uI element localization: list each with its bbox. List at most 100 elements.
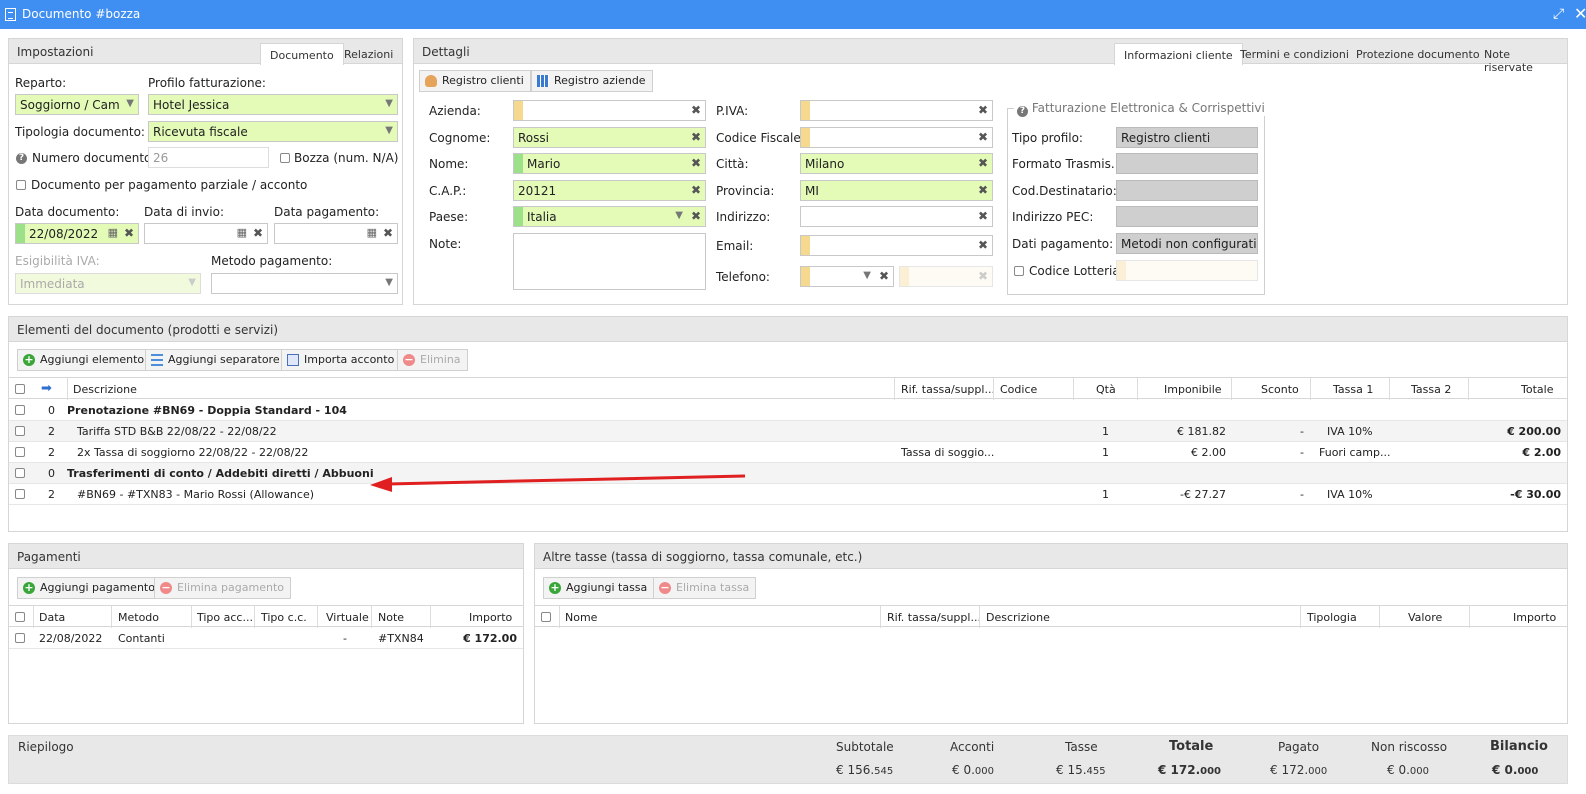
metodo-select[interactable]: ▼: [211, 273, 398, 294]
cognome-input[interactable]: Rossi ✖: [513, 127, 706, 148]
row-checkbox[interactable]: [15, 447, 25, 457]
select-all-checkbox[interactable]: [15, 384, 25, 394]
col-descrizione[interactable]: Descrizione: [986, 611, 1050, 624]
row-checkbox[interactable]: [15, 633, 25, 643]
pagamenti-panel: Pagamenti + Aggiungi pagamento − Elimina p…: [8, 543, 524, 724]
col-tassa2[interactable]: Tassa 2: [1411, 383, 1451, 396]
tab-protezione[interactable]: Protezione documento: [1347, 43, 1489, 65]
select-all-checkbox[interactable]: [15, 612, 25, 622]
col-qta[interactable]: Qtà: [1096, 383, 1116, 396]
telefono-prefisso-select[interactable]: ▼ ✖: [800, 266, 894, 287]
note-textarea[interactable]: [513, 233, 706, 290]
lotteria-input[interactable]: [1116, 260, 1258, 281]
bilancio-value: € 0.000: [1492, 763, 1539, 777]
user-icon: [425, 75, 437, 87]
col-metodo[interactable]: Metodo: [118, 611, 159, 624]
provincia-input[interactable]: MI ✖: [800, 180, 993, 201]
row-checkbox[interactable]: [15, 426, 25, 436]
clear-icon: ✖: [382, 226, 393, 240]
col-imponibile[interactable]: Imponibile: [1164, 383, 1222, 396]
col-rif[interactable]: Rif. tassa/suppl...: [887, 611, 981, 624]
azienda-input[interactable]: ✖: [513, 100, 706, 121]
tipologia-select[interactable]: Ricevuta fiscale ▼: [148, 121, 398, 142]
elementi-title: Elementi del documento (prodotti e servi…: [17, 323, 279, 337]
col-virtuale[interactable]: Virtuale: [326, 611, 369, 624]
numero-input[interactable]: 26: [148, 147, 269, 168]
aggiungi-separatore-button[interactable]: Aggiungi separatore: [145, 349, 287, 371]
parziale-checkbox[interactable]: [16, 180, 26, 190]
elimina-tassa-button[interactable]: − Elimina tassa: [653, 577, 757, 599]
row-checkbox[interactable]: [15, 468, 25, 478]
col-tipologia[interactable]: Tipologia: [1307, 611, 1357, 624]
table-row[interactable]: 22/08/2022 Contanti - #TXN84 € 172.00: [9, 628, 523, 649]
select-all-checkbox[interactable]: [541, 612, 551, 622]
aggiungi-elemento-button[interactable]: + Aggiungi elemento: [17, 349, 152, 371]
col-data[interactable]: Data: [39, 611, 65, 624]
help-icon[interactable]: ?: [16, 153, 27, 164]
telefono-input[interactable]: ✖: [899, 266, 993, 287]
col-tipo-cc[interactable]: Tipo c.c.: [261, 611, 307, 624]
cod-destinatario-label: Cod.Destinatario:: [1012, 184, 1117, 198]
registro-aziende-button[interactable]: Registro aziende: [531, 70, 653, 92]
col-note[interactable]: Note: [378, 611, 404, 624]
col-tipo-acc[interactable]: Tipo acc...: [197, 611, 253, 624]
data-pagamento-input[interactable]: ▦ ✖: [274, 223, 398, 244]
nome-input[interactable]: Mario ✖: [513, 153, 706, 174]
profilo-label: Profilo fatturazione:: [148, 76, 266, 90]
arrow-right-icon[interactable]: ➡: [41, 381, 52, 396]
clear-icon: ✖: [690, 103, 701, 117]
table-row[interactable]: 2 #BN69 - #TXN83 - Mario Rossi (Allowanc…: [9, 484, 1567, 505]
citta-input[interactable]: Milano ✖: [800, 153, 993, 174]
citta-label: Città:: [716, 157, 749, 171]
table-row[interactable]: 0 Prenotazione #BN69 - Doppia Standard -…: [9, 400, 1567, 421]
table-row[interactable]: 2 2x Tassa di soggiorno 22/08/22 - 22/08…: [9, 442, 1567, 463]
cap-input[interactable]: 20121 ✖: [513, 180, 706, 201]
col-codice[interactable]: Codice: [1000, 383, 1037, 396]
chevron-down-icon: ▼: [126, 98, 134, 109]
reparto-select[interactable]: Soggiorno / Camera▼: [15, 94, 139, 115]
email-input[interactable]: ✖: [800, 235, 993, 256]
profilo-select[interactable]: Hotel Jessica ▼: [148, 94, 398, 115]
piva-input[interactable]: ✖: [800, 100, 993, 121]
col-sconto[interactable]: Sconto: [1261, 383, 1299, 396]
col-rif[interactable]: Rif. tassa/suppl...: [901, 383, 995, 396]
col-nome[interactable]: Nome: [565, 611, 597, 624]
row-checkbox[interactable]: [15, 489, 25, 499]
col-importo[interactable]: Importo: [469, 611, 512, 624]
table-row[interactable]: 0 Trasferimenti di conto / Addebiti dire…: [9, 463, 1567, 484]
help-icon[interactable]: ?: [1017, 106, 1028, 117]
data-invio-input[interactable]: ▦ ✖: [144, 223, 268, 244]
bozza-checkbox[interactable]: [280, 153, 290, 163]
registro-clienti-button[interactable]: Registro clienti: [419, 70, 531, 92]
elimina-pagamento-button[interactable]: − Elimina pagamento: [154, 577, 291, 599]
col-valore[interactable]: Valore: [1408, 611, 1442, 624]
expand-icon[interactable]: ⤢: [1553, 6, 1564, 22]
riepilogo-title: Riepilogo: [18, 740, 74, 754]
paese-select[interactable]: Italia ▼ ✖: [513, 206, 706, 227]
codice-fiscale-label: Codice Fiscale:: [716, 131, 805, 145]
tab-relazioni[interactable]: Relazioni: [335, 43, 402, 65]
codice-fiscale-input[interactable]: ✖: [800, 127, 993, 148]
tab-note-riservate[interactable]: Note riservate: [1475, 43, 1567, 74]
aggiungi-tassa-button[interactable]: + Aggiungi tassa: [543, 577, 655, 599]
col-totale[interactable]: Totale: [1521, 383, 1553, 396]
close-icon[interactable]: ✕: [1574, 4, 1586, 23]
chevron-down-icon: ▼: [863, 270, 871, 281]
indirizzo-input[interactable]: ✖: [800, 206, 993, 227]
clear-icon: ✖: [123, 226, 134, 240]
col-tassa1[interactable]: Tassa 1: [1333, 383, 1373, 396]
plus-icon: +: [23, 353, 35, 366]
col-importo[interactable]: Importo: [1513, 611, 1556, 624]
row-checkbox[interactable]: [15, 405, 25, 415]
importa-acconto-button[interactable]: Importa acconto: [281, 349, 402, 371]
tab-informazioni-cliente[interactable]: Informazioni cliente: [1114, 43, 1243, 65]
tab-termini[interactable]: Termini e condizioni: [1231, 43, 1358, 65]
document-icon: [287, 354, 299, 366]
elimina-button[interactable]: − Elimina: [397, 349, 468, 371]
aggiungi-pagamento-button[interactable]: + Aggiungi pagamento: [17, 577, 162, 599]
table-row[interactable]: 2 Tariffa STD B&B 22/08/22 - 22/08/22 1 …: [9, 421, 1567, 442]
data-documento-input[interactable]: 22/08/2022 ▦ ✖: [15, 223, 139, 244]
tab-documento[interactable]: Documento: [260, 43, 344, 65]
lotteria-checkbox[interactable]: [1014, 266, 1024, 276]
col-descrizione[interactable]: Descrizione: [73, 383, 137, 396]
